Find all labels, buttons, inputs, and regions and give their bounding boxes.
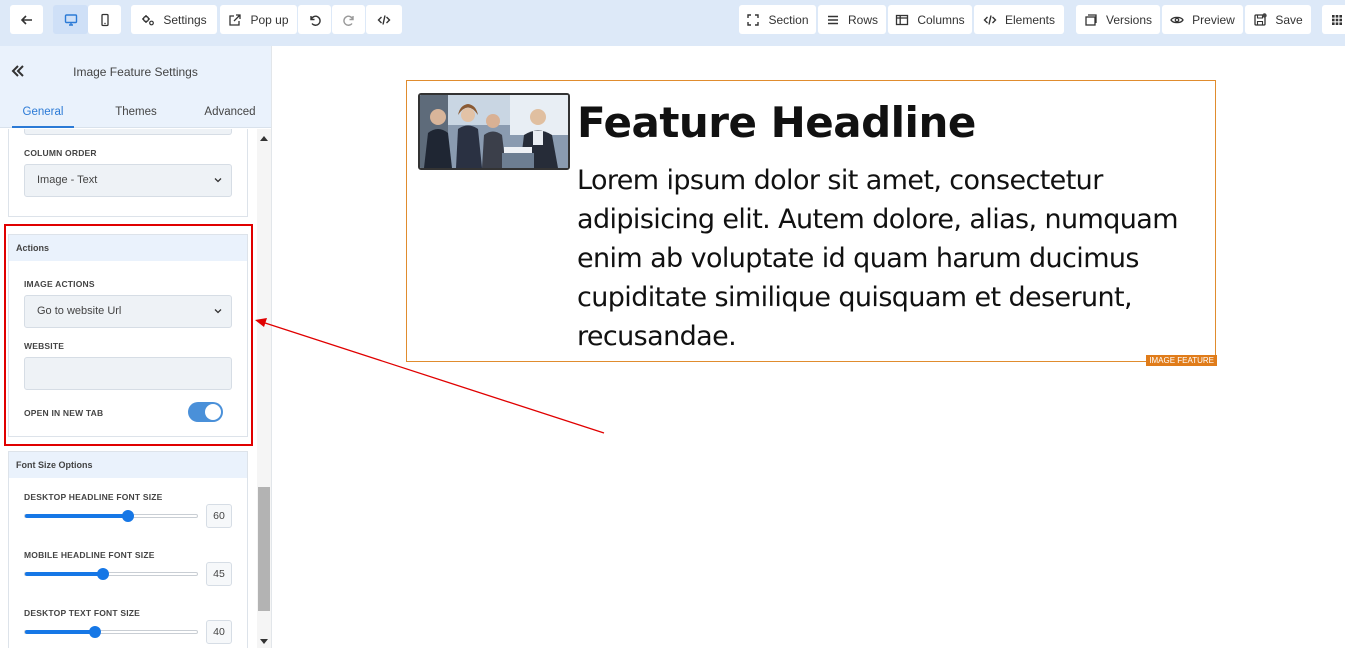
font-size-slider[interactable] (24, 626, 198, 638)
font-size-slider[interactable] (24, 568, 198, 580)
chevron-down-icon (214, 178, 222, 183)
business-meeting-photo (420, 95, 568, 168)
preview-button[interactable]: Preview (1162, 5, 1243, 34)
save-label: Save (1275, 12, 1303, 27)
layout-card: COLUMN ORDER Image - Text (8, 129, 248, 217)
top-toolbar: Settings Pop up Section Rows Columns Ele… (0, 0, 1345, 46)
scroll-up-arrow-icon[interactable] (260, 136, 268, 141)
scrollbar-thumb[interactable] (258, 487, 270, 611)
font-size-label: DESKTOP TEXT FONT SIZE (24, 608, 141, 618)
code-button[interactable] (366, 5, 402, 34)
code-icon (377, 14, 391, 25)
slider-thumb[interactable] (88, 626, 101, 638)
slider-fill (25, 572, 104, 576)
mobile-view-button[interactable] (88, 5, 121, 34)
font-size-slider[interactable] (24, 510, 198, 522)
elements-label: Elements (1004, 12, 1056, 27)
slider-thumb[interactable] (121, 510, 134, 522)
code-icon (983, 14, 997, 25)
preview-label: Preview (1192, 12, 1235, 27)
settings-button[interactable]: Settings (131, 5, 217, 34)
font-size-label: DESKTOP HEADLINE FONT SIZE (24, 492, 163, 502)
gears-icon (142, 14, 155, 25)
redo-button[interactable] (332, 5, 365, 34)
columns-button[interactable]: Columns (888, 5, 972, 34)
redo-icon (342, 15, 354, 26)
tab-themes[interactable]: Themes (105, 98, 167, 128)
slider-fill (25, 514, 128, 518)
elements-button[interactable]: Elements (974, 5, 1064, 34)
font-size-value[interactable]: 40 (206, 620, 232, 644)
font-size-card-title: Font Size Options (9, 452, 247, 478)
slider-thumb[interactable] (97, 568, 110, 580)
columns-label: Columns (917, 12, 965, 27)
arrow-left-icon (20, 14, 32, 25)
slider-fill (25, 630, 95, 634)
undo-button[interactable] (298, 5, 331, 34)
tab-general[interactable]: General (12, 98, 74, 128)
popup-button[interactable]: Pop up (220, 5, 297, 34)
save-button[interactable]: Save (1245, 5, 1311, 34)
rows-label: Rows (847, 12, 878, 27)
element-type-tag: IMAGE FEATURE (1146, 355, 1217, 366)
panel-tabs: General Themes Advanced (0, 98, 271, 128)
mobile-icon (100, 13, 109, 26)
external-link-icon (229, 13, 242, 26)
column-order-select[interactable]: Image - Text (24, 164, 232, 197)
annotation-highlight-box (4, 224, 253, 446)
panel-scrollbar[interactable] (257, 129, 271, 648)
font-size-value[interactable]: 60 (206, 504, 232, 528)
rows-button[interactable]: Rows (818, 5, 886, 34)
panel-title: Image Feature Settings (73, 65, 198, 79)
versions-icon (1085, 13, 1097, 26)
column-order-value: Image - Text (37, 174, 98, 186)
columns-icon (896, 14, 909, 25)
image-feature-element[interactable]: Feature Headline Lorem ipsum dolor sit a… (406, 80, 1217, 366)
save-icon (1254, 12, 1268, 26)
desktop-icon (64, 13, 77, 26)
popup-label: Pop up (250, 12, 289, 27)
versions-label: Versions (1105, 12, 1153, 27)
feature-body-text[interactable]: Lorem ipsum dolor sit amet, consectetur … (577, 161, 1207, 356)
back-button[interactable] (10, 5, 43, 34)
expand-icon (747, 13, 760, 26)
desktop-view-button[interactable] (53, 5, 88, 34)
undo-icon (309, 15, 321, 26)
font-size-card: Font Size Options DESKTOP HEADLINE FONT … (8, 451, 248, 648)
column-order-label: COLUMN ORDER (24, 148, 97, 158)
grid-icon (1332, 14, 1342, 25)
eye-icon (1170, 16, 1184, 23)
previous-field[interactable] (24, 129, 232, 135)
font-size-value[interactable]: 45 (206, 562, 232, 586)
versions-button[interactable]: Versions (1076, 5, 1160, 34)
feature-headline[interactable]: Feature Headline (577, 98, 976, 147)
list-icon (827, 15, 838, 24)
panel-header: Image Feature Settings (0, 46, 271, 98)
settings-label: Settings (163, 12, 207, 27)
feature-image[interactable] (418, 93, 570, 170)
font-size-label: MOBILE HEADLINE FONT SIZE (24, 550, 155, 560)
tab-advanced[interactable]: Advanced (196, 98, 264, 128)
section-button[interactable]: Section (739, 5, 816, 34)
section-label: Section (768, 12, 809, 27)
scroll-down-arrow-icon[interactable] (260, 639, 268, 644)
apps-menu-button[interactable] (1322, 5, 1345, 34)
